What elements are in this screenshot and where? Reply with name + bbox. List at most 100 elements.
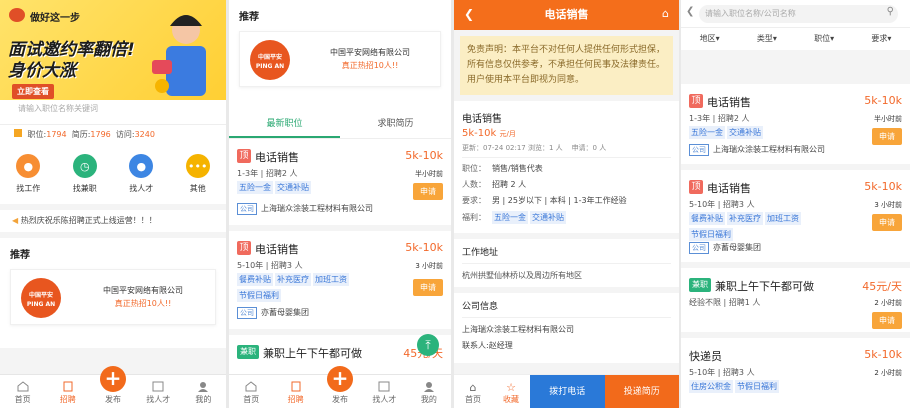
section-title: 工作地址 [462, 245, 671, 264]
filter-region[interactable]: 地区▾ [681, 28, 738, 50]
nav-other[interactable]: ••• 其他 [170, 154, 227, 194]
tab-recruit[interactable]: 招聘 [45, 375, 90, 408]
site-stats: 职位:1794 简历:1796 访问:3240 [0, 124, 226, 144]
call-button[interactable]: 拨打电话 [530, 375, 605, 408]
job-meta: 5-10年 | 招聘3 人 [689, 200, 755, 209]
tab-mine[interactable]: 我的 [181, 375, 226, 408]
tab-resumes[interactable]: 求职简历 [340, 109, 451, 138]
more-icon: ••• [185, 154, 210, 178]
quick-nav: ● 找工作 ◷ 找兼职 ● 找人才 ••• 其他 [0, 144, 226, 204]
job-time: 2 小时前 [874, 299, 902, 307]
user-icon [198, 382, 209, 392]
home-icon[interactable]: ⌂ [662, 7, 669, 20]
notice-bar[interactable]: ◀ 热烈庆祝乐陈招聘正式上线运营！！！ [0, 210, 226, 232]
job-time: 半小时前 [415, 170, 443, 178]
list-tabs: 最新职位 求职简历 [229, 109, 451, 139]
home-button[interactable]: ⌂ 首页 [454, 375, 492, 408]
filter-type[interactable]: 类型▾ [738, 28, 795, 50]
tab-mine[interactable]: 我的 [407, 375, 451, 408]
tab-post[interactable]: + 发布 [90, 366, 135, 408]
job-salary: 5k-10k [864, 94, 902, 107]
tab-post[interactable]: + 发布 [318, 366, 362, 408]
top-badge: 顶 [237, 149, 251, 163]
recruit-list-screen: 推荐 中国平安 PING AN 中国平安网络有限公司 真正热招10人!! 最新职位… [229, 0, 451, 408]
job-time: 3 小时前 [874, 201, 902, 209]
job-salary: 5k-10k [864, 180, 902, 193]
job-salary: 5k-10k [405, 149, 443, 162]
top-badge: 顶 [689, 94, 703, 108]
job-card[interactable]: 顶 电话销售 5k-10k 5-10年 | 招聘3 人 3 小时前 餐费补贴 补充… [681, 170, 910, 268]
job-salary: 5k-10k [864, 348, 902, 361]
back-to-top-icon[interactable]: ⤒ [417, 334, 439, 356]
company-logo: 中国平安 PING AN [250, 40, 290, 80]
filter-position[interactable]: 职位▾ [796, 28, 853, 50]
job-card[interactable]: 顶 电话销售 5k-10k 1-3年 | 招聘2 人 半小时前 五险一金 交通补贴… [229, 139, 451, 231]
featured-company-card[interactable]: 中国平安 PING AN 中国平安网络有限公司 真正热招10人!! [239, 31, 441, 87]
job-tags: 五险一金 交通补贴 [237, 181, 311, 194]
tab-latest-jobs[interactable]: 最新职位 [229, 109, 340, 138]
job-tags: 住房公积金 节假日福利 [689, 380, 779, 393]
search-bar: ❮ 请输入职位名称/公司名称 ⚲ [681, 0, 910, 28]
bottom-tabbar: 首页 招聘 + 发布 找人才 我的 [229, 366, 451, 408]
job-salary: 5k-10k 元/月 [462, 128, 516, 139]
apply-button[interactable]: 申请 [413, 183, 443, 200]
company-section: 公司信息 上海瑞众涂装工程材料有限公司 联系人:赵经理 [454, 293, 679, 363]
banner-button[interactable]: 立即查看 [12, 84, 54, 99]
apply-button[interactable]: 申请 [413, 279, 443, 296]
featured-company-card[interactable]: 中国平安 PING AN 中国平安网络有限公司 真正热招10人!! [10, 269, 216, 325]
favorite-button[interactable]: ☆ 收藏 [492, 375, 530, 408]
job-card[interactable]: 顶 电话销售 5k-10k 5-10年 | 招聘3 人 3 小时前 餐费补贴 补充… [229, 231, 451, 335]
section-title: 公司信息 [462, 299, 671, 318]
apply-button[interactable]: 申请 [872, 128, 902, 145]
tab-home[interactable]: 首页 [0, 375, 45, 408]
nav-find-parttime[interactable]: ◷ 找兼职 [57, 154, 114, 194]
job-title: 电话销售 [255, 151, 299, 164]
nav-find-job[interactable]: ● 找工作 [0, 154, 57, 194]
id-card-icon [152, 381, 164, 392]
job-meta: 5-10年 | 招聘3 人 [237, 261, 303, 270]
nav-find-talent[interactable]: ● 找人才 [113, 154, 170, 194]
search-icon[interactable]: ⚲ [887, 6, 894, 17]
search-input[interactable]: 请输入职位名称关键词 [10, 100, 210, 118]
tab-recruit[interactable]: 招聘 [273, 375, 317, 408]
company-name: 中国平安网络有限公司 [330, 48, 410, 57]
clock-icon: ◷ [72, 154, 97, 178]
section-title-recommend: 推荐 [239, 12, 259, 23]
job-card[interactable]: 快递员 5k-10k 5-10年 | 招聘3 人 2 小时前 住房公积金 节假日福… [681, 338, 910, 398]
job-card[interactable]: 顶 电话销售 5k-10k 1-3年 | 招聘2 人 半小时前 五险一金 交通补贴… [681, 84, 910, 170]
back-icon[interactable]: ❮ [686, 6, 694, 17]
parttime-badge: 兼职 [689, 278, 711, 292]
disclaimer: 免责声明：本平台不对任何人提供任何形式担保，所有信息仅供参考，不承担任何民事及法… [460, 36, 673, 95]
section-title-recommend: 推荐 [10, 250, 30, 261]
apply-button[interactable]: 申请 [872, 214, 902, 231]
job-meta: 1-3年 | 招聘2 人 [237, 169, 298, 178]
job-time: 2 小时前 [874, 369, 902, 377]
home-screen: 做好这一步 面试邀约率翻倍! 身价大涨 立即查看 请输入职位名称关键词 职位:17… [0, 0, 226, 408]
job-salary: 45元/天 [862, 280, 902, 293]
job-salary: 5k-10k [405, 241, 443, 254]
tab-talent[interactable]: 找人才 [362, 375, 406, 408]
job-tags: 餐费补贴 补充医疗 加班工资节假日福利 [237, 273, 349, 302]
job-meta: 经验不限 | 招聘1 人 [689, 298, 761, 307]
job-search-screen: ❮ 请输入职位名称/公司名称 ⚲ 地区▾ 类型▾ 职位▾ 要求▾ 顶 电话销售 … [681, 0, 910, 408]
filter-requirement[interactable]: 要求▾ [853, 28, 910, 50]
illustration-person-icon [152, 15, 206, 96]
bottom-tabbar: 首页 招聘 + 发布 找人才 我的 [0, 366, 226, 408]
job-time: 半小时前 [874, 115, 902, 123]
job-title: 快递员 [689, 350, 722, 363]
user-icon [423, 382, 434, 392]
tab-home[interactable]: 首页 [229, 375, 273, 408]
job-company: 公司 亦蓄母婴集团 [237, 307, 309, 319]
speaker-icon: ◀ [12, 216, 19, 225]
company-name[interactable]: 上海瑞众涂装工程材料有限公司 [462, 324, 671, 335]
banner-headline: 面试邀约率翻倍! 身价大涨 [8, 40, 135, 81]
job-time: 3 小时前 [415, 262, 443, 270]
job-meta: 5-10年 | 招聘3 人 [689, 368, 755, 377]
search-input[interactable]: 请输入职位名称/公司名称 [699, 5, 898, 23]
tab-talent[interactable]: 找人才 [136, 375, 181, 408]
apply-button[interactable]: 申请 [872, 312, 902, 329]
deliver-resume-button[interactable]: 投递简历 [604, 375, 679, 408]
promo-banner[interactable]: 做好这一步 面试邀约率翻倍! 身价大涨 立即查看 [0, 0, 226, 100]
home-icon [245, 381, 257, 392]
job-card[interactable]: 兼职 兼职上午下午都可做 45元/天 经验不限 | 招聘1 人 2 小时前 申请 [681, 268, 910, 338]
